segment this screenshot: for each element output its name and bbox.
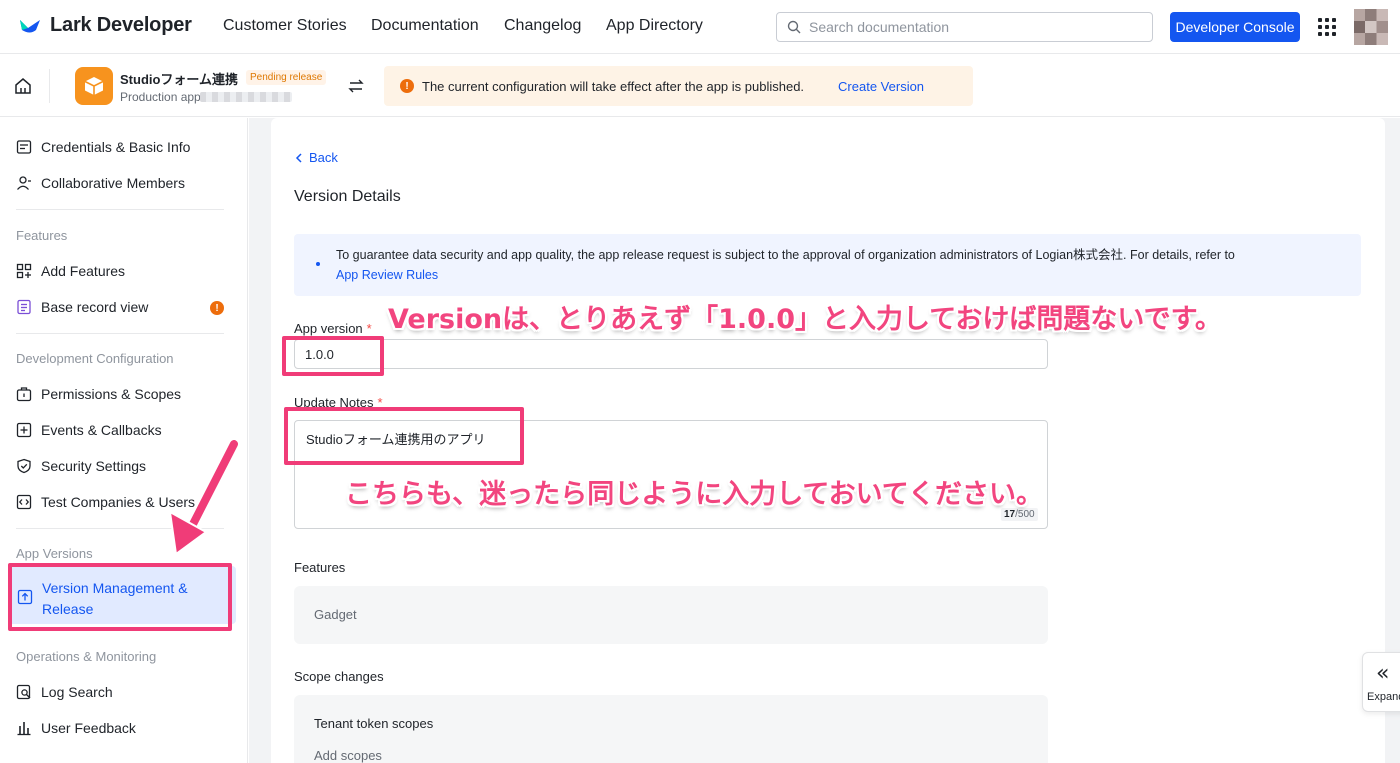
bullet-icon [316, 262, 320, 266]
shield-icon [17, 458, 31, 474]
publish-notice: ! The current configuration will take ef… [384, 66, 973, 106]
sidebar-item-label: Credentials & Basic Info [41, 139, 191, 155]
back-label: Back [309, 150, 338, 165]
page-title: Version Details [294, 188, 401, 205]
app-review-rules-link[interactable]: App Review Rules [336, 268, 438, 282]
events-icon [16, 422, 32, 438]
search-box[interactable] [776, 12, 1153, 42]
lark-logo[interactable]: Lark Developer [18, 14, 192, 37]
test-companies-icon [16, 494, 32, 510]
features-box [294, 586, 1048, 644]
nav-customer-stories[interactable]: Customer Stories [223, 17, 347, 35]
add-scopes-text: Add scopes [314, 748, 382, 763]
members-icon [17, 176, 31, 190]
notice-text: The current configuration will take effe… [422, 78, 805, 94]
highlight-update-notes [284, 407, 524, 465]
avatar[interactable] [1354, 9, 1388, 45]
log-search-icon [16, 684, 31, 700]
sidebar-item-add-features[interactable]: Add Features [16, 263, 125, 279]
app-version-input[interactable] [294, 339, 1048, 369]
annotation-arrow-icon [168, 440, 240, 556]
sidebar-item-credentials[interactable]: Credentials & Basic Info [16, 139, 190, 155]
sidebar-item-events[interactable]: Events & Callbacks [16, 422, 162, 438]
sidebar-item-security[interactable]: Security Settings [16, 458, 146, 474]
sidebar-item-label: Events & Callbacks [41, 422, 162, 438]
sidebar-item-base-record[interactable]: Base record view [16, 299, 148, 315]
sidebar-divider [16, 333, 224, 334]
app-box-icon [75, 67, 113, 105]
sidebar-item-user-feedback[interactable]: User Feedback [16, 720, 136, 736]
chevron-left-icon [295, 152, 302, 163]
nav-changelog[interactable]: Changelog [504, 17, 581, 35]
annotation-notes-note: こちらも、迷ったら同じように入力しておいてください。 [345, 479, 1043, 510]
sidebar-item-log-search[interactable]: Log Search [16, 684, 113, 700]
permissions-icon [16, 387, 32, 402]
group-features: Features [16, 228, 68, 243]
search-input[interactable] [809, 19, 1139, 35]
warning-badge-icon: ! [210, 301, 224, 315]
back-button[interactable]: Back [295, 150, 338, 165]
home-icon[interactable] [14, 77, 32, 95]
redacted-app-id [200, 92, 292, 102]
nav-app-directory[interactable]: App Directory [606, 17, 703, 35]
sidebar-item-label: Collaborative Members [41, 175, 185, 191]
warning-icon: ! [400, 79, 414, 93]
app-type: Production app [120, 90, 201, 104]
double-chevron-left-icon: « [1376, 661, 1390, 686]
search-icon [787, 20, 801, 34]
highlight-version-management [8, 563, 232, 631]
sidebar-divider [16, 209, 224, 210]
group-app-versions: App Versions [16, 546, 93, 561]
sidebar-item-label: User Feedback [41, 720, 136, 736]
sidebar-item-label: Base record view [41, 299, 149, 315]
app-version-label: App version * [294, 321, 372, 336]
nav-documentation[interactable]: Documentation [371, 17, 479, 35]
review-info-text: To guarantee data security and app quali… [336, 245, 1336, 285]
sidebar-item-label: Security Settings [41, 458, 147, 474]
sidebar-item-label: Log Search [41, 684, 113, 700]
logo-text: Lark Developer [50, 14, 192, 36]
group-operations: Operations & Monitoring [16, 649, 157, 664]
add-features-icon [16, 263, 32, 279]
sidebar-item-label: Permissions & Scopes [41, 386, 182, 402]
highlight-version-input [282, 336, 384, 376]
create-version-link[interactable]: Create Version [838, 79, 924, 94]
app-name: Studioフォーム連携 [120, 72, 239, 87]
group-dev-config: Development Configuration [16, 351, 174, 366]
sidebar-item-members[interactable]: Collaborative Members [16, 175, 185, 191]
annotation-version-note: Versionは、とりあえず「1.0.0」と入力しておけば問題ないです。 [388, 304, 1222, 335]
apps-grid-icon[interactable] [1318, 18, 1336, 36]
appbar-divider [49, 69, 50, 103]
tenant-token-scopes-title: Tenant token scopes [314, 716, 434, 731]
app-header: Studioフォーム連携 Pending release Production … [0, 55, 1400, 117]
base-record-icon [17, 299, 31, 315]
status-badge: Pending release [246, 70, 327, 85]
switch-app-icon[interactable] [348, 79, 364, 93]
developer-console-button[interactable]: Developer Console [1170, 12, 1300, 42]
app-version-label-text: App version [294, 321, 363, 336]
sidebar-item-permissions[interactable]: Permissions & Scopes [16, 386, 181, 402]
credentials-icon [16, 140, 32, 154]
feature-gadget: Gadget [314, 607, 357, 622]
info-text: To guarantee data security and app quali… [336, 248, 1235, 262]
expand-label: Expand [1367, 691, 1400, 703]
top-nav: Lark Developer Customer Stories Document… [0, 0, 1400, 54]
lark-logo-icon [20, 19, 40, 32]
scope-changes-label: Scope changes [294, 669, 384, 684]
sidebar-item-label: Add Features [41, 263, 126, 279]
feedback-chart-icon [17, 722, 31, 736]
expand-panel-button[interactable]: « Expand [1362, 652, 1400, 712]
features-label: Features [294, 560, 346, 575]
